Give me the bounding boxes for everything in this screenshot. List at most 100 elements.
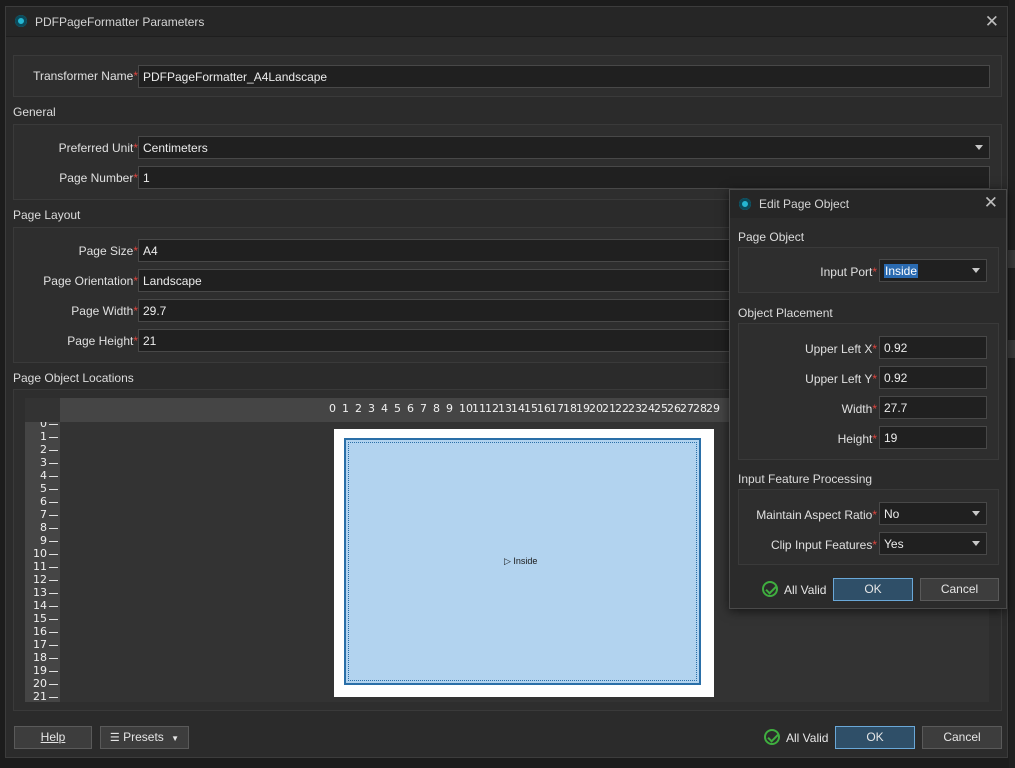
ruler-y-tick: 9 (40, 534, 47, 547)
ruler-y-tick-mark (49, 645, 58, 646)
ruler-x-tick: 28 (693, 402, 707, 415)
chevron-down-icon (972, 541, 980, 546)
chevron-down-icon (972, 511, 980, 516)
edit-ok-button[interactable]: OK (833, 578, 913, 601)
window-title: PDFPageFormatter Parameters (35, 15, 205, 29)
ruler-y-tick-mark (49, 476, 58, 477)
ruler-y-tick: 13 (33, 586, 47, 599)
ruler-x-tick: 26 (667, 402, 681, 415)
background-app-edge (1009, 0, 1015, 768)
ruler-y-tick-mark (49, 684, 58, 685)
ruler-x-tick: 22 (615, 402, 629, 415)
input-port-select[interactable]: Inside (879, 259, 987, 282)
input-feature-processing-title: Input Feature Processing (738, 472, 873, 486)
ruler-y-tick: 8 (40, 521, 47, 534)
ruler-y-tick: 6 (40, 495, 47, 508)
page-object-inside[interactable]: ▷ Inside (344, 438, 701, 685)
height-input[interactable]: 19 (879, 426, 987, 449)
ruler-x-tick: 12 (485, 402, 499, 415)
edit-page-object-dialog: Edit Page Object ✕ Page Object Input Por… (729, 189, 1007, 609)
fme-app-icon (739, 198, 751, 210)
chevron-down-icon (972, 268, 980, 273)
object-placement-section-title: Object Placement (738, 306, 833, 320)
page-width-label: Page Width* (71, 304, 138, 318)
ruler-y-tick: 4 (40, 469, 47, 482)
ruler-y-tick-mark (49, 502, 58, 503)
help-button[interactable]: Help (14, 726, 92, 749)
ruler-y-tick: 3 (40, 456, 47, 469)
page-object-group: Input Port* Inside (738, 247, 999, 293)
ruler-x-tick: 19 (576, 402, 590, 415)
ruler-x-tick: 13 (498, 402, 512, 415)
ruler-y-tick: 20 (33, 677, 47, 690)
width-label: Width* (841, 402, 877, 416)
page-size-label: Page Size* (78, 244, 138, 258)
clip-input-features-value: Yes (884, 537, 904, 551)
page-layout-section-title: Page Layout (13, 208, 81, 222)
input-port-label: Input Port* (820, 265, 877, 279)
input-feature-processing-group: Maintain Aspect Ratio* No Clip Input Fea… (738, 489, 999, 565)
ruler-x-tick: 27 (680, 402, 694, 415)
ruler-y-tick-mark (49, 424, 58, 425)
page-number-input[interactable]: 1 (138, 166, 990, 189)
ruler-x-tick: 21 (602, 402, 616, 415)
maintain-aspect-ratio-value: No (884, 507, 900, 521)
ok-button[interactable]: OK (835, 726, 915, 749)
background-app-panel (1008, 340, 1015, 358)
ruler-y-tick-mark (49, 606, 58, 607)
upper-left-y-input[interactable]: 0.92 (879, 366, 987, 389)
ruler-y-tick: 5 (40, 482, 47, 495)
ruler-y-tick: 16 (33, 625, 47, 638)
ruler-y-tick-mark (49, 437, 58, 438)
width-input[interactable]: 27.7 (879, 396, 987, 419)
upper-left-x-label: Upper Left X* (804, 342, 877, 356)
maintain-aspect-ratio-label: Maintain Aspect Ratio* (756, 508, 877, 522)
ruler-y-tick: 14 (33, 599, 47, 612)
preferred-unit-select[interactable]: Centimeters (138, 136, 990, 159)
transformer-name-label: Transformer Name* (33, 69, 138, 83)
page-height-label: Page Height* (67, 334, 138, 348)
edit-cancel-button[interactable]: Cancel (920, 578, 999, 601)
ruler-x-tick: 7 (420, 402, 427, 415)
ruler-x-tick: 0 (329, 402, 336, 415)
ruler-y-tick-mark (49, 515, 58, 516)
ruler-y-tick-mark (49, 450, 58, 451)
valid-check-icon (762, 581, 778, 597)
ruler-y-tick: 7 (40, 508, 47, 521)
page-object-label: ▷ Inside (504, 556, 538, 566)
ruler-x-tick: 9 (446, 402, 453, 415)
page-orientation-label: Page Orientation* (43, 274, 138, 288)
ruler-x-tick: 5 (394, 402, 401, 415)
ruler-y-tick: 17 (33, 638, 47, 651)
ruler-y-tick-mark (49, 489, 58, 490)
ruler-x-tick: 4 (381, 402, 388, 415)
edit-status-text: All Valid (784, 583, 827, 597)
ruler-y-tick: 2 (40, 443, 47, 456)
cancel-button[interactable]: Cancel (922, 726, 1002, 749)
ruler-x-tick: 15 (524, 402, 538, 415)
valid-check-icon (764, 729, 780, 745)
ruler-x-tick: 14 (511, 402, 525, 415)
close-icon[interactable]: ✕ (984, 193, 998, 213)
page-object-locations-title: Page Object Locations (13, 371, 134, 385)
chevron-down-icon: ▼ (171, 734, 180, 743)
transformer-name-input[interactable]: PDFPageFormatter_A4Landscape (138, 65, 990, 88)
vertical-ruler: 0 1 2 3 4 5 6 7 8 9 10 11 12 13 14 15 16 17 18 19 20 21 (25, 422, 60, 702)
ruler-y-tick: 19 (33, 664, 47, 677)
ruler-y-tick: 11 (33, 560, 47, 573)
general-section-title: General (13, 105, 56, 119)
fme-app-icon (15, 15, 27, 27)
maintain-aspect-ratio-select[interactable]: No (879, 502, 987, 525)
presets-button[interactable]: ☰ Presets ▼ (100, 726, 189, 749)
ruler-y-tick-mark (49, 697, 58, 698)
close-icon[interactable]: ✕ (985, 12, 999, 32)
ruler-y-tick: 0 (40, 422, 47, 430)
ruler-x-tick: 29 (706, 402, 720, 415)
ruler-x-tick: 17 (550, 402, 564, 415)
clip-input-features-label: Clip Input Features* (770, 538, 877, 552)
clip-input-features-select[interactable]: Yes (879, 532, 987, 555)
page-object-section-title: Page Object (738, 230, 805, 244)
ruler-x-tick: 25 (654, 402, 668, 415)
upper-left-x-input[interactable]: 0.92 (879, 336, 987, 359)
ruler-x-tick: 23 (628, 402, 642, 415)
